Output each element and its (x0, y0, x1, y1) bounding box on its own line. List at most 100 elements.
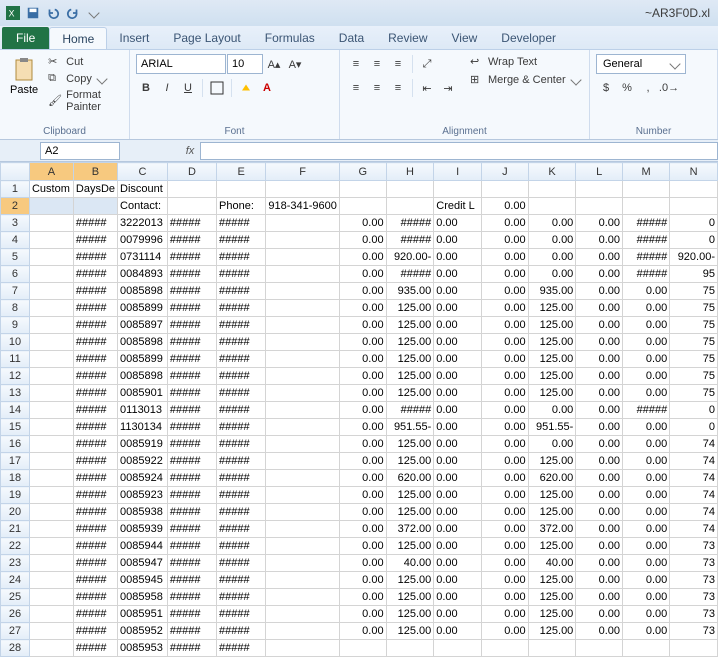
cell-K19[interactable]: 125.00 (528, 487, 576, 504)
cell-B13[interactable]: ##### (73, 385, 117, 402)
cell-I12[interactable]: 0.00 (434, 368, 482, 385)
cell-F1[interactable] (266, 181, 340, 198)
cell-H17[interactable]: 125.00 (386, 453, 434, 470)
cell-N18[interactable]: 74 (670, 470, 718, 487)
tab-insert[interactable]: Insert (107, 27, 161, 49)
tab-developer[interactable]: Developer (489, 27, 568, 49)
col-header-E[interactable]: E (217, 163, 266, 181)
cell-B9[interactable]: ##### (73, 317, 117, 334)
cell-M4[interactable]: ##### (623, 232, 670, 249)
cell-B15[interactable]: ##### (73, 419, 117, 436)
cell-G9[interactable]: 0.00 (339, 317, 386, 334)
cell-C24[interactable]: 0085945 (118, 572, 168, 589)
cell-M10[interactable]: 0.00 (623, 334, 670, 351)
cell-A4[interactable] (29, 232, 73, 249)
cell-F9[interactable] (266, 317, 340, 334)
cell-G7[interactable]: 0.00 (339, 283, 386, 300)
cell-E17[interactable]: ##### (217, 453, 266, 470)
cell-N6[interactable]: 95 (670, 266, 718, 283)
merge-center-button[interactable]: ⊞Merge & Center (468, 72, 582, 88)
cell-K13[interactable]: 125.00 (528, 385, 576, 402)
cell-E24[interactable]: ##### (217, 572, 266, 589)
cell-I28[interactable] (434, 640, 482, 657)
cell-A16[interactable] (29, 436, 73, 453)
cell-F11[interactable] (266, 351, 340, 368)
cell-M26[interactable]: 0.00 (623, 606, 670, 623)
cell-J1[interactable] (481, 181, 528, 198)
cell-A23[interactable] (29, 555, 73, 572)
cell-F18[interactable] (266, 470, 340, 487)
cell-F19[interactable] (266, 487, 340, 504)
cell-J9[interactable]: 0.00 (481, 317, 528, 334)
cell-C27[interactable]: 0085952 (118, 623, 168, 640)
comma-button[interactable]: , (638, 78, 658, 98)
cell-B5[interactable]: ##### (73, 249, 117, 266)
underline-button[interactable]: U (178, 78, 198, 98)
cell-C20[interactable]: 0085938 (118, 504, 168, 521)
cell-K14[interactable]: 0.00 (528, 402, 576, 419)
cell-D13[interactable]: ##### (167, 385, 216, 402)
cell-I1[interactable] (434, 181, 482, 198)
cell-B3[interactable]: ##### (73, 215, 117, 232)
paste-button[interactable]: Paste (6, 54, 42, 98)
cell-J11[interactable]: 0.00 (481, 351, 528, 368)
decrease-indent-icon[interactable]: ⇤ (417, 78, 437, 98)
cell-A21[interactable] (29, 521, 73, 538)
cell-D12[interactable]: ##### (167, 368, 216, 385)
cell-J17[interactable]: 0.00 (481, 453, 528, 470)
cell-I25[interactable]: 0.00 (434, 589, 482, 606)
cell-L14[interactable]: 0.00 (576, 402, 623, 419)
cell-B11[interactable]: ##### (73, 351, 117, 368)
tab-page-layout[interactable]: Page Layout (161, 27, 252, 49)
cell-F14[interactable] (266, 402, 340, 419)
cell-K17[interactable]: 125.00 (528, 453, 576, 470)
cell-N3[interactable]: 0 (670, 215, 718, 232)
cell-J27[interactable]: 0.00 (481, 623, 528, 640)
cell-E3[interactable]: ##### (217, 215, 266, 232)
cell-H20[interactable]: 125.00 (386, 504, 434, 521)
cell-K23[interactable]: 40.00 (528, 555, 576, 572)
tab-home[interactable]: Home (49, 27, 107, 49)
cell-C4[interactable]: 0079996 (118, 232, 168, 249)
cell-D25[interactable]: ##### (167, 589, 216, 606)
cell-M12[interactable]: 0.00 (623, 368, 670, 385)
cell-I20[interactable]: 0.00 (434, 504, 482, 521)
cell-G24[interactable]: 0.00 (339, 572, 386, 589)
cell-C9[interactable]: 0085897 (118, 317, 168, 334)
row-header-21[interactable]: 21 (1, 521, 30, 538)
cell-K1[interactable] (528, 181, 576, 198)
cell-J18[interactable]: 0.00 (481, 470, 528, 487)
cell-L10[interactable]: 0.00 (576, 334, 623, 351)
cell-L1[interactable] (576, 181, 623, 198)
cell-N20[interactable]: 74 (670, 504, 718, 521)
cell-E15[interactable]: ##### (217, 419, 266, 436)
cell-C19[interactable]: 0085923 (118, 487, 168, 504)
cell-N8[interactable]: 75 (670, 300, 718, 317)
bold-button[interactable]: B (136, 78, 156, 98)
cell-M6[interactable]: ##### (623, 266, 670, 283)
number-format-select[interactable]: General (596, 54, 686, 74)
cell-G10[interactable]: 0.00 (339, 334, 386, 351)
cell-D9[interactable]: ##### (167, 317, 216, 334)
cell-M11[interactable]: 0.00 (623, 351, 670, 368)
cell-D10[interactable]: ##### (167, 334, 216, 351)
increase-font-icon[interactable]: A▴ (264, 54, 284, 74)
cell-N28[interactable] (670, 640, 718, 657)
row-header-20[interactable]: 20 (1, 504, 30, 521)
cell-E20[interactable]: ##### (217, 504, 266, 521)
cell-B10[interactable]: ##### (73, 334, 117, 351)
cell-F5[interactable] (266, 249, 340, 266)
cell-N19[interactable]: 74 (670, 487, 718, 504)
cell-B14[interactable]: ##### (73, 402, 117, 419)
cell-D7[interactable]: ##### (167, 283, 216, 300)
cell-L25[interactable]: 0.00 (576, 589, 623, 606)
cell-B6[interactable]: ##### (73, 266, 117, 283)
cell-J7[interactable]: 0.00 (481, 283, 528, 300)
cell-N21[interactable]: 74 (670, 521, 718, 538)
cell-E11[interactable]: ##### (217, 351, 266, 368)
cell-F26[interactable] (266, 606, 340, 623)
cell-H8[interactable]: 125.00 (386, 300, 434, 317)
cell-H13[interactable]: 125.00 (386, 385, 434, 402)
tab-view[interactable]: View (440, 27, 490, 49)
cell-E9[interactable]: ##### (217, 317, 266, 334)
